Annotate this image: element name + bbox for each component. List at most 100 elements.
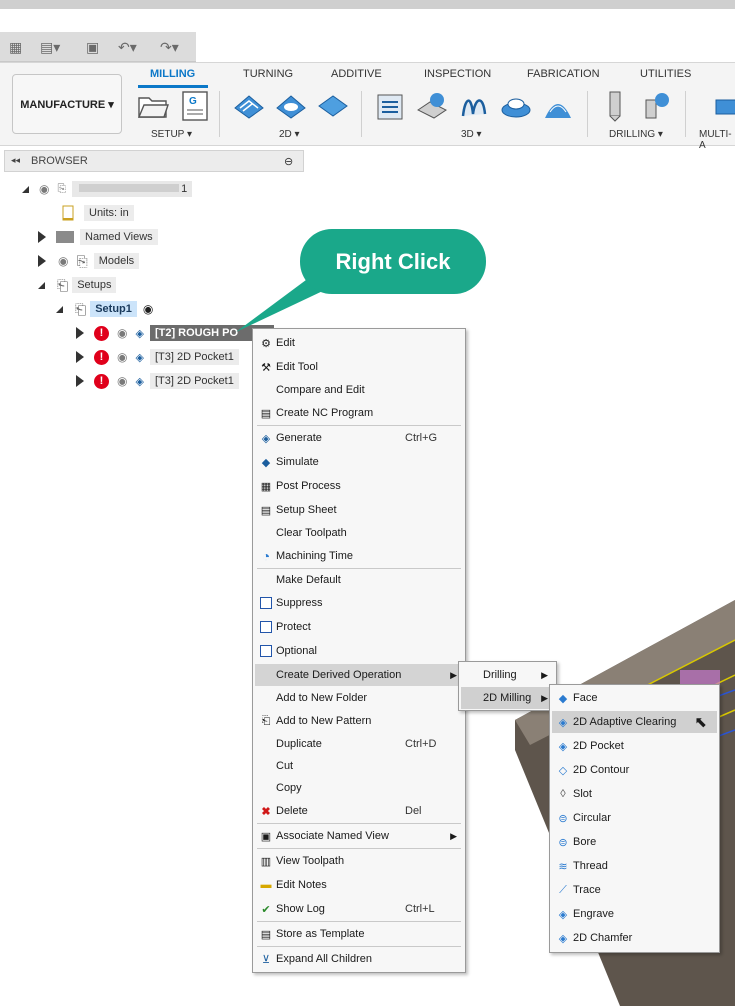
checkbox-icon[interactable] (258, 595, 274, 611)
visibility-eye-icon[interactable]: ◉ (117, 374, 127, 388)
file-menu-icon[interactable]: ▤▾ (40, 38, 60, 56)
menu-item-simulate[interactable]: ◆ Simulate (255, 451, 463, 473)
menu-item-add-to-new-folder[interactable]: Add to New Folder (255, 687, 463, 709)
submenu-arrow-icon: ▶ (450, 669, 457, 680)
op-2d-pocket[interactable]: ◈ 2D Pocket (552, 735, 717, 757)
menu-item-edit[interactable]: ⚙ Edit (255, 332, 463, 354)
multi-axis-icon[interactable] (712, 90, 735, 122)
menu-item-create-nc-program[interactable]: ▤ Create NC Program (255, 402, 463, 424)
menu-item-post-process[interactable]: ▦ Post Process (255, 475, 463, 497)
menu-item-duplicate[interactable]: Duplicate Ctrl+D (255, 733, 463, 755)
tab-additive[interactable]: ADDITIVE (331, 68, 382, 80)
expand-triangle-icon[interactable] (38, 231, 46, 243)
op-bore[interactable]: ⊜ Bore (552, 831, 717, 853)
menu-item-setup-sheet[interactable]: ▤ Setup Sheet (255, 499, 463, 521)
group-setup[interactable]: SETUP ▾ (151, 129, 192, 140)
menu-item-generate[interactable]: ◈ Generate Ctrl+G (255, 427, 463, 449)
tree-root[interactable]: ◉ ⎘ 1 (22, 179, 193, 199)
3d-contour-icon[interactable] (457, 90, 491, 122)
op-circular[interactable]: ⊜ Circular (552, 807, 717, 829)
redo-icon[interactable]: ↷▾ (160, 38, 179, 56)
nc-program-icon[interactable]: G (178, 90, 212, 122)
workspace-switcher[interactable]: MANUFACTURE ▾ (12, 74, 122, 134)
op-thread[interactable]: ≋ Thread (552, 855, 717, 877)
browser-minimize-icon[interactable]: ⊖ (284, 155, 293, 168)
menu-item-view-toolpath[interactable]: ▥ View Toolpath (255, 850, 463, 872)
tree-op-pocket-1[interactable]: ! ◉ ◈ [T3] 2D Pocket1 (76, 347, 239, 367)
op-2d-contour[interactable]: ◇ 2D Contour (552, 759, 717, 781)
save-icon[interactable]: ▣ (86, 38, 99, 56)
drill-icon[interactable] (598, 90, 632, 122)
3d-parallel-icon[interactable] (499, 90, 533, 122)
menu-item-optional[interactable]: Optional (255, 640, 463, 662)
setup-folder-icon: ⎗ (75, 300, 87, 317)
3d-adaptive-icon[interactable] (373, 90, 407, 122)
menu-item-edit-notes[interactable]: ▬ Edit Notes (255, 874, 463, 896)
2d-pocket-icon[interactable] (274, 90, 308, 122)
menu-item-create-derived-operation[interactable]: Create Derived Operation ▶ (255, 664, 463, 686)
collapse-triangle-icon[interactable] (22, 185, 29, 193)
expand-triangle-icon[interactable] (38, 255, 46, 267)
op-2d-adaptive-clearing[interactable]: ◈ 2D Adaptive Clearing ⬉ (552, 711, 717, 733)
hole-recognition-icon[interactable] (640, 90, 674, 122)
app-grid-icon[interactable]: ▦ (9, 38, 22, 56)
group-multi-axis[interactable]: MULTI-A (699, 129, 735, 151)
expand-triangle-icon[interactable] (76, 375, 84, 387)
op-trace[interactable]: ⟋ Trace (552, 879, 717, 901)
menu-item-cut[interactable]: Cut (255, 755, 463, 777)
menu-item-copy[interactable]: Copy (255, 777, 463, 799)
menu-item-clear-toolpath[interactable]: Clear Toolpath (255, 522, 463, 544)
collapse-triangle-icon[interactable] (38, 281, 45, 289)
menu-item-add-to-new-pattern[interactable]: ⎗ Add to New Pattern (255, 710, 463, 732)
menu-item-edit-tool[interactable]: ⚒ Edit Tool (255, 356, 463, 378)
tab-milling[interactable]: MILLING (150, 68, 195, 80)
tree-models[interactable]: ◉ ⎘ Models (38, 251, 140, 271)
visibility-eye-icon[interactable]: ◉ (39, 182, 49, 196)
visibility-eye-icon[interactable]: ◉ (117, 326, 127, 340)
expand-triangle-icon[interactable] (76, 327, 84, 339)
menu-item-compare-and-edit[interactable]: Compare and Edit (255, 379, 463, 401)
collapse-icon[interactable]: ◂◂ (11, 155, 20, 166)
menu-item-protect[interactable]: Protect (255, 616, 463, 638)
2d-face-icon[interactable] (316, 90, 350, 122)
tree-setups[interactable]: ⎗ Setups (38, 275, 117, 295)
checkbox-icon[interactable] (258, 619, 274, 635)
visibility-eye-icon[interactable]: ◉ (117, 350, 127, 364)
active-setup-radio-icon[interactable]: ◉ (143, 302, 153, 316)
tab-inspection[interactable]: INSPECTION (424, 68, 491, 80)
submenu-item-drilling[interactable]: Drilling ▶ (461, 664, 554, 686)
tab-utilities[interactable]: UTILITIES (640, 68, 691, 80)
menu-item-delete[interactable]: ✖ Delete Del (255, 800, 463, 822)
op-engrave[interactable]: ◈ Engrave (552, 903, 717, 925)
browser-header[interactable]: ◂◂ BROWSER ⊖ (4, 150, 304, 172)
submenu-item-2d-milling[interactable]: 2D Milling ▶ (461, 687, 554, 709)
group-3d[interactable]: 3D ▾ (461, 129, 482, 140)
menu-item-make-default[interactable]: Make Default (255, 569, 463, 591)
menu-item-machining-time[interactable]: ◔ Machining Time (255, 545, 463, 567)
op-2d-chamfer[interactable]: ◈ 2D Chamfer (552, 927, 717, 949)
menu-item-store-as-template[interactable]: ▤ Store as Template (255, 923, 463, 945)
tree-units[interactable]: Units: in (60, 203, 134, 223)
3d-pocket-icon[interactable] (415, 90, 449, 122)
tab-turning[interactable]: TURNING (243, 68, 293, 80)
2d-adaptive-icon[interactable] (232, 90, 266, 122)
group-drilling[interactable]: DRILLING ▾ (609, 129, 663, 140)
menu-item-show-log[interactable]: ✔ Show Log Ctrl+L (255, 898, 463, 920)
setup-folder-icon[interactable] (136, 90, 170, 122)
tab-fabrication[interactable]: FABRICATION (527, 68, 600, 80)
undo-icon[interactable]: ↶▾ (118, 38, 137, 56)
op-slot[interactable]: ◊ Slot (552, 783, 717, 805)
group-2d[interactable]: 2D ▾ (279, 129, 300, 140)
checkbox-icon[interactable] (258, 643, 274, 659)
tree-named-views[interactable]: Named Views (38, 227, 158, 247)
menu-item-expand-all-children[interactable]: ⊻ Expand All Children (255, 948, 463, 970)
menu-item-associate-named-view[interactable]: ▣ Associate Named View ▶ (255, 825, 463, 847)
menu-item-suppress[interactable]: Suppress (255, 592, 463, 614)
tree-op-pocket-2[interactable]: ! ◉ ◈ [T3] 2D Pocket1 (76, 371, 239, 391)
tree-setup1[interactable]: ⎗ Setup1 ◉ (56, 299, 153, 319)
op-face[interactable]: ◆ Face (552, 687, 717, 709)
3d-scallop-icon[interactable] (541, 90, 575, 122)
visibility-eye-icon[interactable]: ◉ (58, 254, 68, 268)
expand-triangle-icon[interactable] (76, 351, 84, 363)
collapse-triangle-icon[interactable] (56, 305, 63, 313)
